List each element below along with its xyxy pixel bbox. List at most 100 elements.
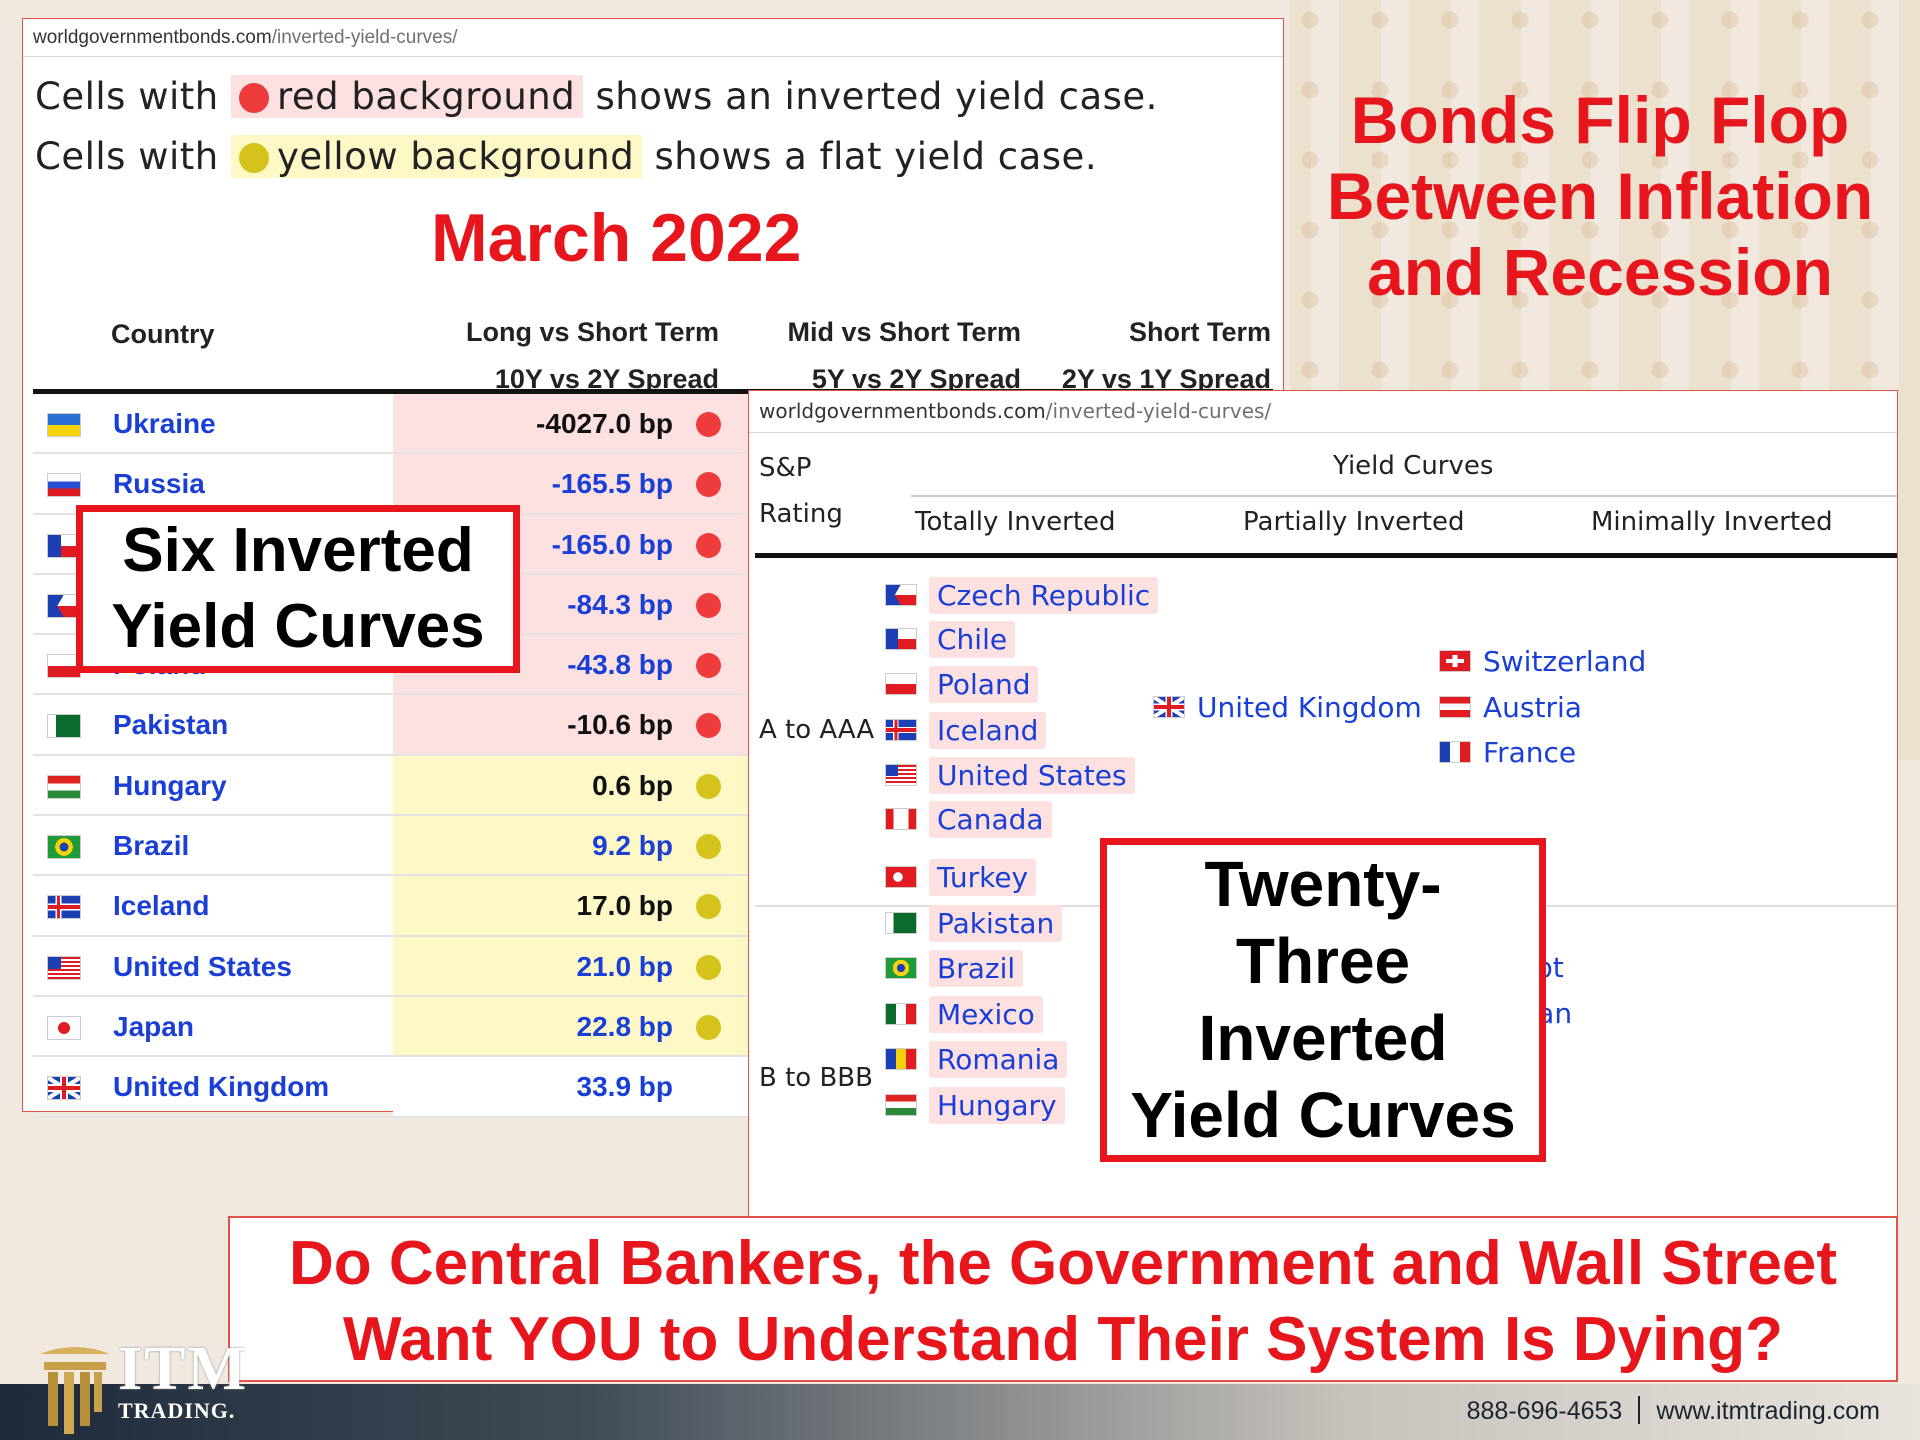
flat-dot-icon	[696, 773, 721, 799]
country-link[interactable]: Brazil	[885, 946, 1024, 990]
legend-yellow-line: Cells with yellow background shows a fla…	[35, 135, 1098, 178]
country-link[interactable]: Ukraine	[113, 408, 216, 440]
legend-red-highlight: red background	[230, 75, 584, 118]
spread-value: 22.8 bp	[576, 1010, 673, 1042]
url-bar[interactable]: worldgovernmentbonds.com/inverted-yield-…	[23, 19, 1283, 57]
country-name: Iceland	[929, 711, 1047, 749]
country-link[interactable]: United Kingdom	[1153, 685, 1422, 729]
spread-value: -43.8 bp	[567, 649, 673, 681]
table-row: Japan 22.8 bp	[33, 996, 773, 1058]
country-link[interactable]: Pakistan	[113, 709, 228, 741]
country-name: Hungary	[929, 1086, 1065, 1124]
canada-flag-icon	[885, 808, 917, 830]
totally-inverted-header: Totally Inverted	[915, 507, 1116, 537]
united-kingdom-flag-icon	[1153, 696, 1185, 718]
inverted-dot-icon	[696, 653, 721, 679]
phone-number[interactable]: 888-696-4653	[1467, 1397, 1623, 1425]
spread-cell: 33.9 bp	[393, 1057, 773, 1116]
minimally-inverted-header: Minimally Inverted	[1591, 507, 1833, 537]
country-link[interactable]: Brazil	[113, 830, 189, 862]
united-states-flag-icon	[885, 764, 917, 786]
country-name: United States	[929, 756, 1135, 794]
period-title: March 2022	[431, 200, 802, 276]
country-name: Canada	[929, 800, 1052, 838]
us-flag-icon	[47, 955, 81, 980]
itm-logo-text: ITM TRADING.	[118, 1335, 248, 1423]
country-link[interactable]: United Kingdom	[113, 1071, 329, 1103]
flat-dot-icon	[696, 894, 721, 920]
brazil-flag-icon	[885, 957, 917, 979]
table-row: Brazil 9.2 bp	[33, 816, 773, 877]
inverted-dot-icon	[696, 532, 721, 558]
inverted-dot-icon	[696, 472, 721, 498]
country-name: Romania	[929, 1040, 1068, 1078]
mexico-flag-icon	[885, 1003, 917, 1025]
spread-cell: 17.0 bp	[393, 876, 773, 935]
iceland-flag-icon	[885, 719, 917, 741]
hungary-flag-icon	[47, 774, 81, 799]
austria-flag-icon	[1439, 696, 1471, 718]
ukraine-flag-icon	[47, 413, 81, 437]
partially-inverted-header: Partially Inverted	[1243, 507, 1465, 537]
headline: Bonds Flip Flop Between Inflation and Re…	[1326, 83, 1874, 309]
country-column-header: Country	[111, 319, 215, 349]
country-link[interactable]: France	[1439, 730, 1576, 774]
country-link[interactable]: Hungary	[885, 1083, 1065, 1127]
country-name: Mexico	[929, 995, 1043, 1033]
spread-value: -10.6 bp	[567, 709, 673, 741]
spread-cell: 22.8 bp	[393, 996, 773, 1056]
table-row: United States 21.0 bp	[33, 936, 773, 997]
spread-value: -4027.0 bp	[536, 408, 673, 439]
country-link[interactable]: Czech Republic	[885, 573, 1159, 617]
url-bar[interactable]: worldgovernmentbonds.com/inverted-yield-…	[749, 391, 1897, 433]
yield-curves-header: Yield Curves	[1333, 451, 1494, 481]
country-link[interactable]: United States	[113, 951, 292, 983]
country-link[interactable]: Hungary	[113, 770, 227, 802]
url-path: /inverted-yield-curves/	[271, 27, 458, 48]
country-name: France	[1483, 735, 1577, 769]
pakistan-flag-icon	[47, 714, 81, 739]
country-link[interactable]: Chile	[885, 617, 1016, 661]
country-link[interactable]: Iceland	[885, 708, 1047, 752]
france-flag-icon	[1439, 741, 1471, 763]
country-link[interactable]: Switzerland	[1439, 639, 1646, 683]
country-link[interactable]: Romania	[885, 1037, 1068, 1081]
table-row: Iceland 17.0 bp	[33, 876, 773, 937]
flat-dot-icon	[696, 834, 721, 860]
poland-flag-icon	[885, 673, 917, 695]
spread-cell: -4027.0 bp	[393, 394, 773, 453]
country-name: United Kingdom	[1197, 690, 1422, 724]
table-row: Hungary 0.6 bp	[33, 755, 773, 817]
japan-flag-icon	[47, 1015, 81, 1040]
country-link[interactable]: United States	[885, 753, 1135, 797]
country-link[interactable]: Canada	[885, 797, 1052, 841]
flat-dot-icon	[696, 1014, 721, 1040]
spread-table-body: Ukraine-4027.0 bpRussia-165.5 bpChile-16…	[33, 394, 773, 1118]
country-link[interactable]: Mexico	[885, 992, 1043, 1036]
website-link[interactable]: www.itmtrading.com	[1656, 1397, 1880, 1425]
uk-flag-icon	[47, 1076, 81, 1101]
spread-cell: -10.6 bp	[393, 695, 773, 754]
twenty-three-inverted-callout: Twenty- Three Inverted Yield Curves	[1100, 838, 1546, 1162]
country-link[interactable]: Poland	[885, 662, 1039, 706]
country-name: Brazil	[929, 949, 1024, 987]
table-row: United Kingdom 33.9 bp	[33, 1057, 773, 1118]
country-link[interactable]: Iceland	[113, 890, 209, 922]
rating-header: S&P	[759, 453, 812, 483]
country-name: Turkey	[929, 858, 1037, 896]
country-link[interactable]: Pakistan	[885, 901, 1063, 945]
url-path: /inverted-yield-curves/	[1045, 399, 1272, 423]
legend-yellow-highlight: yellow background	[230, 135, 643, 178]
switzerland-flag-icon	[1439, 650, 1471, 672]
country-link[interactable]: Turkey	[885, 855, 1037, 899]
spread-cell: -165.5 bp	[393, 454, 773, 513]
country-link[interactable]: Russia	[113, 468, 205, 500]
country-link[interactable]: Japan	[113, 1011, 194, 1043]
inverted-dot-icon	[696, 713, 721, 739]
country-link[interactable]: Austria	[1439, 685, 1582, 729]
spread-value: 17.0 bp	[576, 890, 673, 922]
url-domain: worldgovernmentbonds.com	[759, 399, 1046, 423]
rating-header-2: Rating	[759, 499, 843, 529]
czech-republic-flag-icon	[885, 584, 917, 606]
hungary-flag-icon	[885, 1094, 917, 1116]
